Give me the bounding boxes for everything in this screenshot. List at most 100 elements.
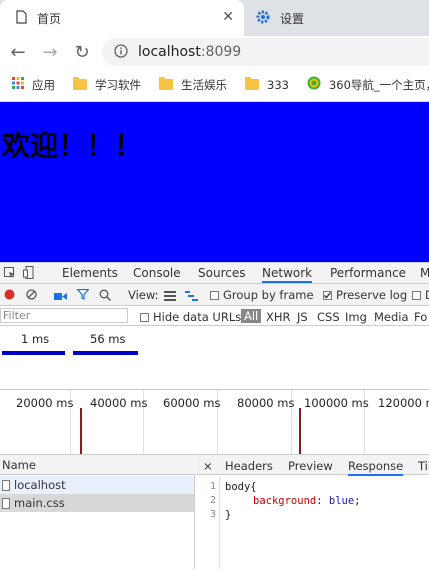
css-value: blue — [328, 495, 355, 507]
record-icon[interactable] — [4, 289, 15, 303]
tab-headers[interactable]: Headers — [225, 459, 273, 473]
preserve-log-checkbox[interactable]: Preserve log — [323, 288, 407, 302]
tab-console[interactable]: Console — [133, 266, 181, 280]
hide-data-urls-checkbox[interactable]: Hide data URLs — [140, 310, 241, 324]
apps-grid-icon — [12, 77, 24, 92]
bookmark-label: 333 — [267, 77, 289, 92]
overview-bar — [2, 351, 65, 355]
disable-cache-checkbox[interactable]: D — [412, 288, 429, 302]
page-icon — [16, 9, 27, 27]
view-label: View: — [128, 288, 159, 302]
bookmark-label: 学习软件 — [95, 77, 141, 92]
tab-title: 首页 — [37, 11, 62, 26]
tab-network[interactable]: Network — [262, 266, 313, 283]
reload-button[interactable]: ↻ — [70, 40, 94, 64]
group-by-frame-checkbox[interactable]: Group by frame — [210, 288, 314, 302]
checkbox-box — [140, 313, 149, 322]
360-logo-icon — [307, 76, 321, 93]
css-semicolon: ; — [354, 495, 361, 507]
load-event-marker — [80, 408, 82, 454]
filter-type-media[interactable]: Media — [374, 310, 409, 324]
overview-label: 1 ms — [21, 332, 50, 346]
url-host: localhost — [138, 44, 201, 60]
large-rows-icon[interactable] — [164, 290, 176, 304]
filter-bar: Filter Hide data URLs All XHR JS CSS Img… — [0, 306, 429, 326]
overview-bar — [73, 351, 138, 355]
folder-icon — [245, 77, 259, 90]
line-number-gutter: 1 2 3 — [196, 477, 220, 569]
group-by-frame-label: Group by frame — [223, 288, 314, 302]
load-event-marker — [299, 408, 301, 454]
checkbox-box — [210, 291, 219, 300]
checkbox-checked-icon — [323, 291, 332, 300]
name-column-header[interactable]: Name — [0, 455, 195, 475]
file-icon — [2, 497, 10, 509]
clear-icon[interactable] — [26, 289, 37, 303]
bookmark-360[interactable]: 360导航_一个主页， — [307, 76, 429, 93]
inspect-element-icon[interactable] — [4, 267, 16, 282]
tab-home[interactable]: 首页 ✕ — [0, 0, 244, 36]
disable-cache-label: D — [425, 288, 429, 302]
time-tick: 80000 ms — [237, 396, 295, 410]
time-tick: 40000 ms — [90, 396, 148, 410]
page-content: 欢迎！！！ — [0, 102, 429, 262]
request-row-main-css[interactable]: main.css — [0, 494, 194, 512]
tab-preview[interactable]: Preview — [288, 459, 333, 473]
line-number: 1 — [209, 481, 216, 492]
request-list: Name localhost main.css — [0, 455, 195, 569]
network-overview: 1 ms 56 ms — [0, 326, 429, 390]
filter-type-xhr[interactable]: XHR — [266, 310, 291, 324]
tab-response[interactable]: Response — [348, 459, 404, 476]
time-tick: 120000 ms — [378, 396, 429, 410]
address-bar[interactable]: localhost:8099 — [102, 38, 429, 66]
overview-label: 56 ms — [90, 332, 126, 346]
network-toolbar: View: Group by frame Preserve log D — [0, 284, 429, 306]
device-toolbar-icon[interactable] — [23, 266, 35, 282]
tab-settings[interactable]: 设置 — [246, 0, 429, 36]
forward-button[interactable]: → — [38, 40, 62, 64]
bookmark-label: 360导航_一个主页， — [328, 77, 429, 92]
request-name: localhost — [14, 478, 66, 492]
filter-type-all[interactable]: All — [241, 309, 262, 323]
bookmark-folder-life[interactable]: 生活娱乐 — [159, 77, 227, 93]
url-port: :8099 — [200, 44, 242, 60]
request-name: main.css — [14, 496, 65, 510]
request-row-localhost[interactable]: localhost — [0, 476, 194, 494]
close-detail-icon[interactable]: × — [203, 459, 213, 473]
filter-type-font[interactable]: Fo — [414, 310, 427, 324]
bookmark-folder-study[interactable]: 学习软件 — [73, 77, 141, 93]
filter-type-js[interactable]: JS — [297, 310, 308, 324]
tab-sources[interactable]: Sources — [198, 266, 245, 280]
file-icon — [2, 479, 10, 491]
waterfall-icon[interactable] — [185, 290, 198, 304]
filter-type-img[interactable]: Img — [345, 310, 367, 324]
back-button[interactable]: ← — [6, 40, 30, 64]
filter-type-css[interactable]: CSS — [317, 310, 340, 324]
css-colon: : — [316, 495, 329, 507]
filter-icon[interactable] — [76, 288, 90, 303]
time-tick: 60000 ms — [163, 396, 221, 410]
info-icon[interactable] — [114, 43, 128, 61]
timeline-ruler: 20000 ms 40000 ms 60000 ms 80000 ms 1000… — [0, 390, 429, 455]
url-text: localhost:8099 — [138, 44, 241, 60]
video-camera-icon[interactable] — [54, 290, 67, 304]
detail-tabbar: × Headers Preview Response Ti — [196, 455, 429, 476]
close-tab-icon[interactable]: ✕ — [222, 9, 234, 25]
css-property: background — [253, 495, 317, 507]
filter-input[interactable]: Filter — [0, 308, 128, 323]
preserve-log-label: Preserve log — [336, 288, 408, 302]
bookmark-label: 生活娱乐 — [181, 77, 227, 92]
tab-title: 设置 — [280, 11, 305, 26]
code-line: background: blue; — [253, 495, 361, 507]
tab-timing[interactable]: Ti — [418, 459, 428, 473]
bookmark-folder-333[interactable]: 333 — [245, 77, 289, 92]
code-line: } — [225, 509, 232, 521]
search-icon[interactable] — [99, 289, 111, 304]
tab-elements[interactable]: Elements — [62, 266, 118, 280]
bookmark-apps[interactable]: 应用 — [12, 77, 55, 93]
gear-icon — [256, 10, 270, 27]
tab-more[interactable]: M — [420, 266, 429, 280]
code-line: body{ — [225, 481, 257, 493]
tab-performance[interactable]: Performance — [330, 266, 406, 280]
time-tick: 100000 ms — [304, 396, 369, 410]
